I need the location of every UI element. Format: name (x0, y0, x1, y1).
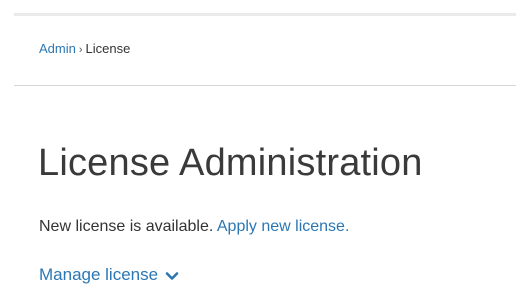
manage-license-label: Manage license (39, 265, 159, 284)
breadcrumb-current-license: License (85, 41, 131, 56)
top-divider (14, 13, 516, 16)
apply-new-license-link[interactable]: Apply new license. (217, 218, 350, 235)
page-title: License Administration (38, 142, 423, 184)
header-divider (14, 85, 516, 86)
license-notice: New license is available. Apply new lice… (39, 217, 349, 237)
breadcrumb: Admin › License (39, 41, 130, 58)
chevron-down-icon (165, 268, 179, 282)
breadcrumb-separator: › (78, 44, 83, 56)
breadcrumb-link-admin[interactable]: Admin (39, 41, 76, 56)
manage-license-toggle[interactable]: Manage license (39, 265, 179, 285)
license-notice-text: New license is available. (39, 218, 214, 235)
